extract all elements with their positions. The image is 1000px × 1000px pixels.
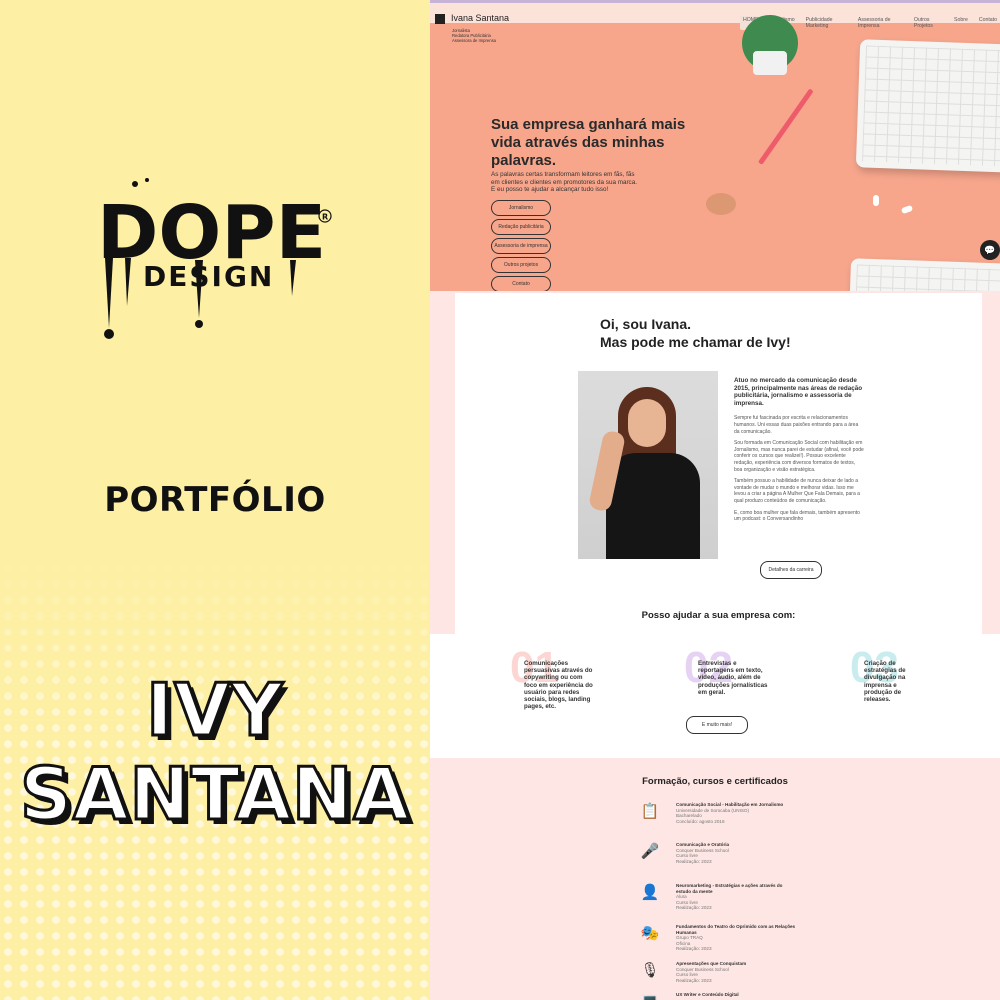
hero-headline: Sua empresa ganhará mais vida através da… [491, 116, 686, 169]
nav-publicidade[interactable]: Publicidade Marketing [803, 16, 850, 30]
hero-button-outros[interactable]: Outros projetos [491, 257, 551, 273]
nav-sobre[interactable]: Sobre [951, 16, 971, 30]
about-text: Atuo no mercado da comunicação desde 201… [734, 377, 864, 528]
education-detail: Realização: 2023 [676, 905, 712, 911]
education-course: Fundamentos do Teatro do Oprimido com as… [676, 924, 796, 935]
document-icon: 📋 [640, 803, 660, 820]
education-detail: Realização: 2023 [676, 946, 712, 952]
about-section: Oi, sou Ivana. Mas pode me chamar de Ivy… [455, 293, 982, 637]
about-title-line: Mas pode me chamar de Ivy! [600, 334, 791, 350]
site-subtitle: Jornalista Redatora Publicitária Assesso… [452, 28, 496, 43]
about-paragraph: E, como boa mulher que fala demais, tamb… [734, 509, 860, 523]
chat-icon[interactable]: 💬 [980, 240, 1000, 260]
subtitle-line: Assessora de Imprensa [452, 38, 496, 43]
hero-section: Ivana Santana Jornalista Redatora Public… [430, 3, 1000, 291]
earbud-image [873, 195, 879, 206]
education-course: UX Writer e Conteúdo Digital [676, 992, 739, 997]
name-line-2: SANTANA [18, 751, 411, 838]
hero-button-contato[interactable]: Contato [491, 276, 551, 291]
education-detail: Concluído: agosto 2018 [676, 818, 725, 824]
about-paragraph: Sempre fui fascinada por escrita e relac… [734, 415, 859, 435]
education-text: UX Writer e Conteúdo Digital [676, 992, 796, 998]
user-icon: 👤 [640, 884, 660, 901]
earbud-image [900, 204, 914, 215]
about-title-line: Oi, sou Ivana. [600, 316, 692, 332]
service-text: Comunicações persuasivas através do copy… [524, 660, 593, 711]
hero-button-redacao[interactable]: Redação publicitária [491, 219, 551, 235]
education-course: Comunicação Social - Habilitação em Jorn… [676, 802, 784, 807]
portfolio-label: PORTFÓLIO [104, 480, 326, 520]
more-button[interactable]: E muito mais! [686, 716, 748, 734]
education-text: Fundamentos do Teatro do Oprimido com as… [676, 924, 796, 952]
about-title: Oi, sou Ivana. Mas pode me chamar de Ivy… [600, 315, 791, 351]
left-panel: DOPE DESIGN R PORTFÓLIO IVY SANTANA [0, 0, 430, 1000]
hero-button-assessoria[interactable]: Assessoria de imprensa [491, 238, 551, 254]
keyboard-image [855, 39, 1000, 173]
logo-registered-mark: R [322, 213, 328, 222]
laptop-icon: 💻 [640, 992, 660, 1000]
plant-image [742, 15, 798, 75]
education-detail: Realização: 2023 [676, 858, 712, 864]
site-name[interactable]: Ivana Santana [451, 13, 509, 23]
about-lead: Atuo no mercado da comunicação desde 201… [734, 377, 863, 407]
pencil-image [757, 88, 814, 165]
hero-button-jornalismo[interactable]: Jornalismo [491, 200, 551, 216]
help-title: Posso ajudar a sua empresa com: [641, 610, 796, 621]
about-paragraph: Sou formada em Comunicação Social com ha… [734, 440, 864, 473]
nav-outros[interactable]: Outros Projetos [911, 16, 946, 30]
nav-assessoria[interactable]: Assessoria de Imprensa [855, 16, 906, 30]
website-preview: Ivana Santana Jornalista Redatora Public… [430, 0, 1000, 1000]
nav-contato[interactable]: Contato [976, 16, 1000, 30]
service-text: Entrevistas e reportagens em texto, víde… [698, 660, 768, 696]
microphone-stand-icon: 🎙 [640, 962, 660, 979]
service-text: Criação de estratégias de divulgação na … [864, 660, 906, 704]
education-detail: Realização: 2023 [676, 977, 712, 983]
hero-intro: As palavras certas transformam leitores … [491, 171, 637, 193]
education-text: Apresentações que Conquistam Conquer Bus… [676, 961, 796, 983]
keyboard-image-2 [849, 258, 1000, 291]
shavings-image [706, 193, 736, 215]
career-details-button[interactable]: Detalhes da carreira [760, 561, 822, 579]
theater-masks-icon: 🎭 [640, 925, 660, 942]
profile-photo [578, 371, 718, 559]
education-course: Comunicação e Oratória [676, 842, 730, 847]
site-logo-icon[interactable] [435, 14, 445, 24]
dope-design-logo: DOPE DESIGN R [97, 178, 332, 339]
name-line-1: IVY [145, 667, 285, 754]
microphone-icon: 🎤 [640, 843, 660, 860]
about-paragraph: Também possuo a habilidade de nunca deix… [734, 478, 860, 504]
logo-sub-text: DESIGN [143, 260, 274, 293]
education-text: Comunicação Social - Habilitação em Jorn… [676, 802, 796, 824]
education-text: Comunicação e Oratória Conquer Business … [676, 842, 796, 864]
services-section: 01 Comunicações persuasivas através do c… [430, 634, 1000, 758]
education-course: Neuromarketing - Estratégias e ações atr… [676, 883, 783, 894]
education-title: Formação, cursos e certificados [642, 776, 788, 787]
education-course: Apresentações que Conquistam [676, 961, 747, 966]
education-text: Neuromarketing - Estratégias e ações atr… [676, 883, 796, 911]
